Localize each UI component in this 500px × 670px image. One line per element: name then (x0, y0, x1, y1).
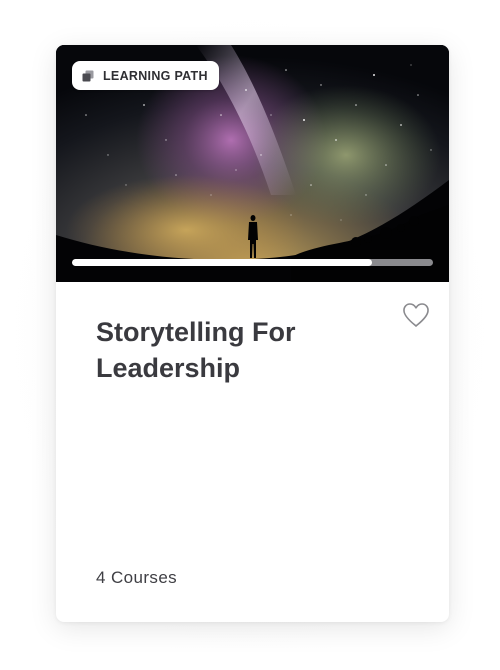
card-body: Storytelling For Leadership 4 Courses (56, 282, 449, 622)
stacked-courses-icon (82, 70, 94, 81)
card-title[interactable]: Storytelling For Leadership (96, 314, 376, 386)
progress-fill (72, 259, 372, 266)
course-count: 4 Courses (96, 568, 178, 587)
learning-path-badge: LEARNING PATH (72, 61, 219, 90)
badge-label: LEARNING PATH (103, 68, 208, 83)
progress-bar (72, 259, 433, 266)
heart-outline-icon (403, 303, 429, 327)
favorite-button[interactable] (401, 300, 431, 330)
card-cover-image[interactable]: LEARNING PATH (56, 45, 449, 282)
learning-path-card[interactable]: LEARNING PATH Storytelling For Leadershi… (56, 45, 449, 622)
